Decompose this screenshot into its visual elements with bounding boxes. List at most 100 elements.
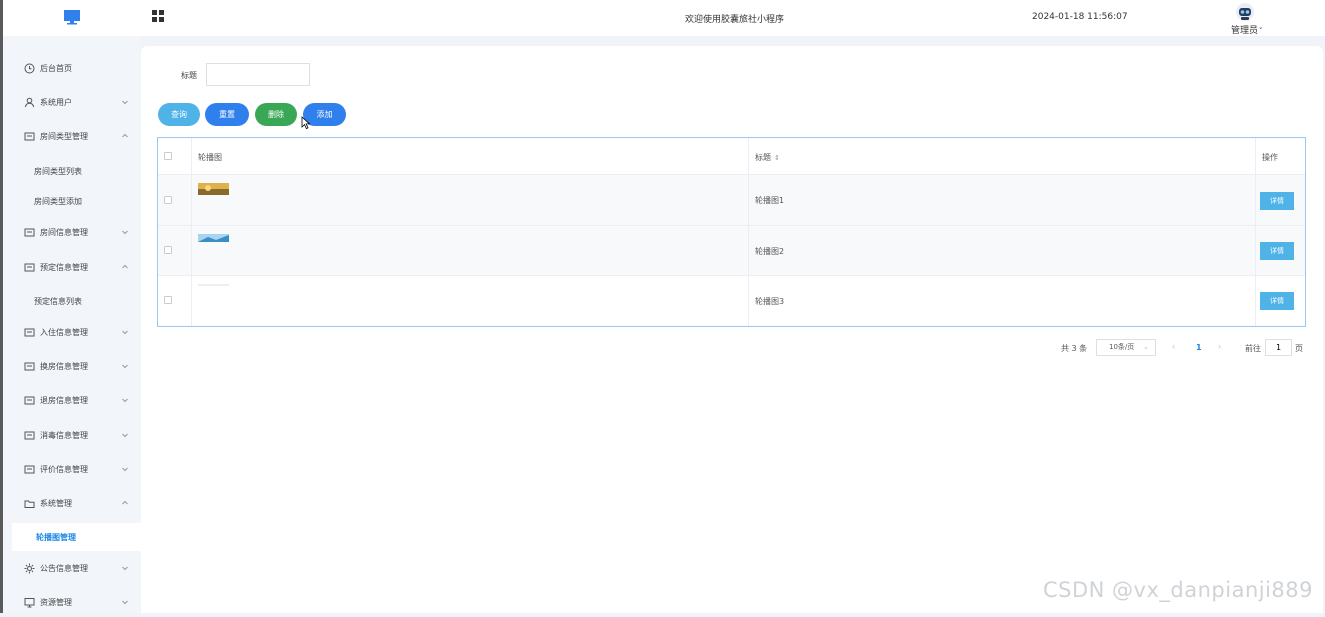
current-page[interactable]: 1 bbox=[1196, 343, 1202, 361]
monitor-icon bbox=[24, 597, 35, 607]
sidebar-item-room-type[interactable]: 房间类型管理 bbox=[3, 121, 141, 151]
sidebar-item-room-change[interactable]: 换房信息管理 bbox=[3, 351, 141, 381]
content-panel: 标题 查询 重置 删除 添加 轮播图 标题 ⇕ 操作 轮播图1 详情 轮播图2 … bbox=[141, 46, 1323, 613]
title-filter-input[interactable] bbox=[206, 63, 310, 86]
sidebar-item-label: 入住信息管理 bbox=[40, 327, 88, 337]
clock-icon bbox=[24, 63, 35, 73]
select-all-checkbox[interactable] bbox=[164, 152, 172, 160]
sidebar-item-label: 资源管理 bbox=[40, 597, 72, 607]
row-title: 轮播图2 bbox=[755, 247, 785, 256]
sidebar-item-label: 系统用户 bbox=[40, 97, 72, 107]
sidebar-item-room-info[interactable]: 房间信息管理 bbox=[3, 217, 141, 247]
sidebar-item-dashboard[interactable]: 后台首页 bbox=[3, 53, 141, 83]
user-name-label: 管理员 bbox=[1231, 26, 1259, 36]
card-icon bbox=[24, 396, 35, 404]
reset-button[interactable]: 重置 bbox=[205, 103, 249, 126]
monitor-logo-icon bbox=[64, 10, 80, 25]
mouse-cursor-icon bbox=[301, 116, 311, 130]
sidebar-item-label: 轮播图管理 bbox=[36, 532, 76, 542]
chevron-down-icon bbox=[122, 364, 128, 369]
chevron-up-icon bbox=[122, 133, 128, 138]
card-icon bbox=[24, 132, 35, 140]
user-icon bbox=[25, 97, 34, 107]
pagination-total: 共 3 条 bbox=[1061, 344, 1088, 353]
sidebar-item-checkin[interactable]: 入住信息管理 bbox=[3, 317, 141, 347]
robot-avatar-icon[interactable] bbox=[1235, 2, 1255, 22]
sidebar-item-label: 消毒信息管理 bbox=[40, 430, 88, 440]
carousel-thumbnail[interactable] bbox=[198, 284, 229, 286]
card-icon bbox=[24, 431, 35, 439]
column-header-actions: 操作 bbox=[1262, 153, 1278, 162]
page-size-select[interactable]: 10条/页 ⌄ bbox=[1096, 339, 1156, 356]
row-checkbox[interactable] bbox=[164, 196, 172, 204]
column-divider bbox=[1255, 138, 1256, 326]
search-button[interactable]: 查询 bbox=[158, 103, 200, 126]
row-checkbox[interactable] bbox=[164, 246, 172, 254]
goto-page-input[interactable] bbox=[1265, 339, 1292, 356]
chevron-down-icon bbox=[122, 330, 128, 335]
chevron-down-icon bbox=[122, 100, 128, 105]
table-header-row: 轮播图 标题 ⇕ 操作 bbox=[158, 138, 1305, 175]
column-divider bbox=[748, 138, 749, 326]
card-icon bbox=[24, 263, 35, 271]
sidebar-item-disinfection[interactable]: 消毒信息管理 bbox=[3, 420, 141, 450]
chevron-down-icon bbox=[122, 433, 128, 438]
sidebar-item-notices[interactable]: 公告信息管理 bbox=[3, 553, 141, 583]
sidebar-item-label: 房间类型添加 bbox=[34, 196, 82, 206]
sidebar: 后台首页 系统用户 房间类型管理 房间类型列表 房间类型添加 房间信息管理 预定… bbox=[0, 36, 141, 613]
watermark: CSDN @vx_danpianji889 bbox=[1043, 578, 1314, 602]
sidebar-item-label: 系统管理 bbox=[40, 498, 72, 508]
chevron-up-icon bbox=[122, 264, 128, 269]
row-title: 轮播图3 bbox=[755, 297, 785, 306]
table-row: 轮播图3 详情 bbox=[158, 276, 1305, 326]
sidebar-item-reviews[interactable]: 评价信息管理 bbox=[3, 454, 141, 484]
sidebar-item-booking[interactable]: 预定信息管理 bbox=[3, 252, 141, 282]
sidebar-item-system[interactable]: 系统管理 bbox=[3, 488, 141, 518]
sidebar-subitem-carousel[interactable]: 轮播图管理 bbox=[12, 523, 141, 551]
column-header-title-label: 标题 bbox=[755, 153, 771, 162]
row-checkbox[interactable] bbox=[164, 296, 172, 304]
sidebar-subitem-booking-list[interactable]: 预定信息列表 bbox=[3, 287, 141, 315]
chevron-down-icon bbox=[122, 230, 128, 235]
sidebar-item-label: 房间类型列表 bbox=[34, 166, 82, 176]
card-icon bbox=[24, 465, 35, 473]
folder-icon bbox=[24, 500, 35, 508]
header-title: 欢迎使用胶囊旅社小程序 bbox=[685, 15, 785, 25]
next-page-button[interactable]: › bbox=[1218, 342, 1221, 360]
sidebar-item-label: 房间类型管理 bbox=[40, 131, 88, 141]
sidebar-item-label: 评价信息管理 bbox=[40, 464, 88, 474]
grid-menu-icon[interactable] bbox=[151, 9, 165, 23]
chevron-down-icon bbox=[122, 600, 128, 605]
detail-button[interactable]: 详情 bbox=[1260, 192, 1294, 210]
chevron-down-icon: ˅ bbox=[1259, 27, 1263, 35]
column-header-title[interactable]: 标题 ⇕ bbox=[755, 152, 780, 163]
sidebar-subitem-room-type-list[interactable]: 房间类型列表 bbox=[3, 157, 141, 185]
sidebar-item-label: 房间信息管理 bbox=[40, 227, 88, 237]
goto-label: 前往 bbox=[1245, 344, 1261, 353]
sidebar-item-label: 退房信息管理 bbox=[40, 395, 88, 405]
sort-icon: ⇕ bbox=[774, 154, 780, 162]
user-menu[interactable]: 管理员˅ bbox=[1231, 23, 1263, 36]
carousel-thumbnail[interactable] bbox=[198, 234, 229, 242]
sidebar-subitem-room-type-add[interactable]: 房间类型添加 bbox=[3, 187, 141, 215]
detail-button[interactable]: 详情 bbox=[1260, 242, 1294, 260]
chevron-down-icon bbox=[122, 398, 128, 403]
sidebar-item-system-users[interactable]: 系统用户 bbox=[3, 87, 141, 117]
card-icon bbox=[24, 228, 35, 236]
page-suffix-label: 页 bbox=[1295, 344, 1303, 353]
sidebar-item-label: 预定信息管理 bbox=[40, 262, 88, 272]
prev-page-button[interactable]: ‹ bbox=[1172, 342, 1175, 360]
page-size-value: 10条/页 bbox=[1109, 343, 1135, 351]
delete-button[interactable]: 删除 bbox=[255, 103, 297, 126]
row-title: 轮播图1 bbox=[755, 196, 785, 205]
sidebar-item-checkout[interactable]: 退房信息管理 bbox=[3, 385, 141, 415]
sun-icon bbox=[24, 563, 35, 573]
sidebar-item-label: 公告信息管理 bbox=[40, 563, 88, 573]
carousel-thumbnail[interactable] bbox=[198, 183, 229, 195]
detail-button[interactable]: 详情 bbox=[1260, 292, 1294, 310]
card-icon bbox=[24, 328, 35, 336]
table-row: 轮播图1 详情 bbox=[158, 175, 1305, 226]
sidebar-item-label: 预定信息列表 bbox=[34, 296, 82, 306]
header-datetime: 2024-01-18 11:56:07 bbox=[1032, 12, 1128, 22]
column-header-image: 轮播图 bbox=[198, 153, 222, 162]
